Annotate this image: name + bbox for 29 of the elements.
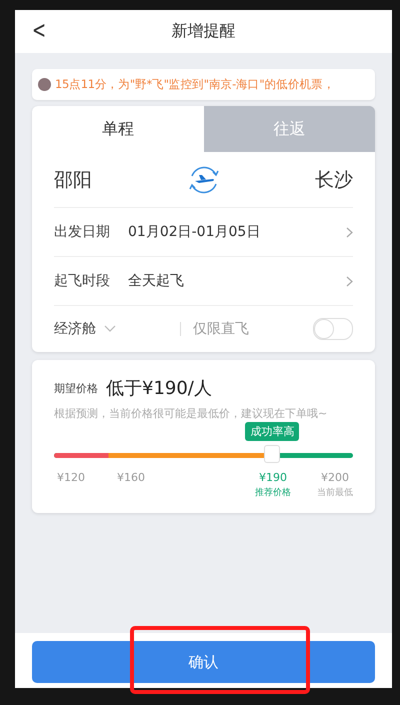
page-title: 新增提醒 [172,21,236,42]
direct-only-toggle[interactable] [313,318,353,340]
departure-city[interactable]: 邵阳 [54,166,92,192]
success-rate-badge: 成功率高 [245,422,300,441]
row-label: 起飞时段 [54,272,110,290]
arrival-city[interactable]: 长沙 [315,166,353,192]
tick-caption: 当前最低 [317,486,353,499]
chevron-right-icon [346,276,353,286]
chevron-down-icon [104,325,116,333]
row-value[interactable]: 01月02日-01月05日 [128,223,328,241]
cabin-dropdown[interactable]: 经济舱 [54,320,96,338]
price-label: 期望价格 [54,380,98,396]
price-hint: 根据预测，当前价格很可能是最低价，建议现在下单哦~ [54,406,328,421]
tick-caption: 推荐价格 [255,486,291,499]
price-tick: ¥200 [321,471,349,484]
back-button[interactable]: < [32,16,46,44]
row-value[interactable]: 全天起飞 [128,272,328,290]
price-tick: ¥190 [259,471,287,484]
confirm-button[interactable]: 确认 [32,641,375,683]
price-tick: ¥160 [117,471,145,484]
direct-only-label: 仅限直飞 [193,320,249,338]
slider-thumb[interactable] [264,445,280,463]
price-tick: ¥120 [57,471,85,484]
notice-text: 15点11分，为"野*飞"监控到"南京-海口"的低价机票， [55,77,335,92]
row-label: 出发日期 [54,223,110,241]
price-value: 低于¥190/人 [106,377,212,400]
avatar-icon [38,78,51,91]
chevron-right-icon [346,226,353,238]
trip-tab[interactable]: 单程 [32,106,204,152]
